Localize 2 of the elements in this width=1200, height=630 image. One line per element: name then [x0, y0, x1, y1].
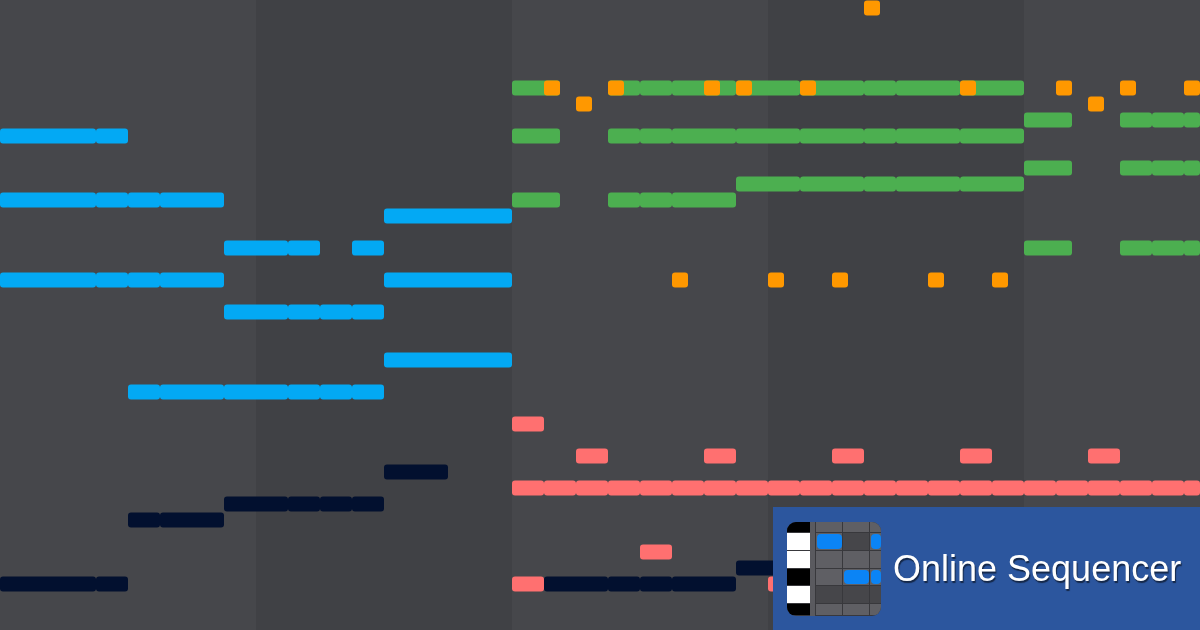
logo-text: Online Sequencer	[893, 547, 1182, 590]
sequencer-logo-icon	[787, 521, 881, 616]
